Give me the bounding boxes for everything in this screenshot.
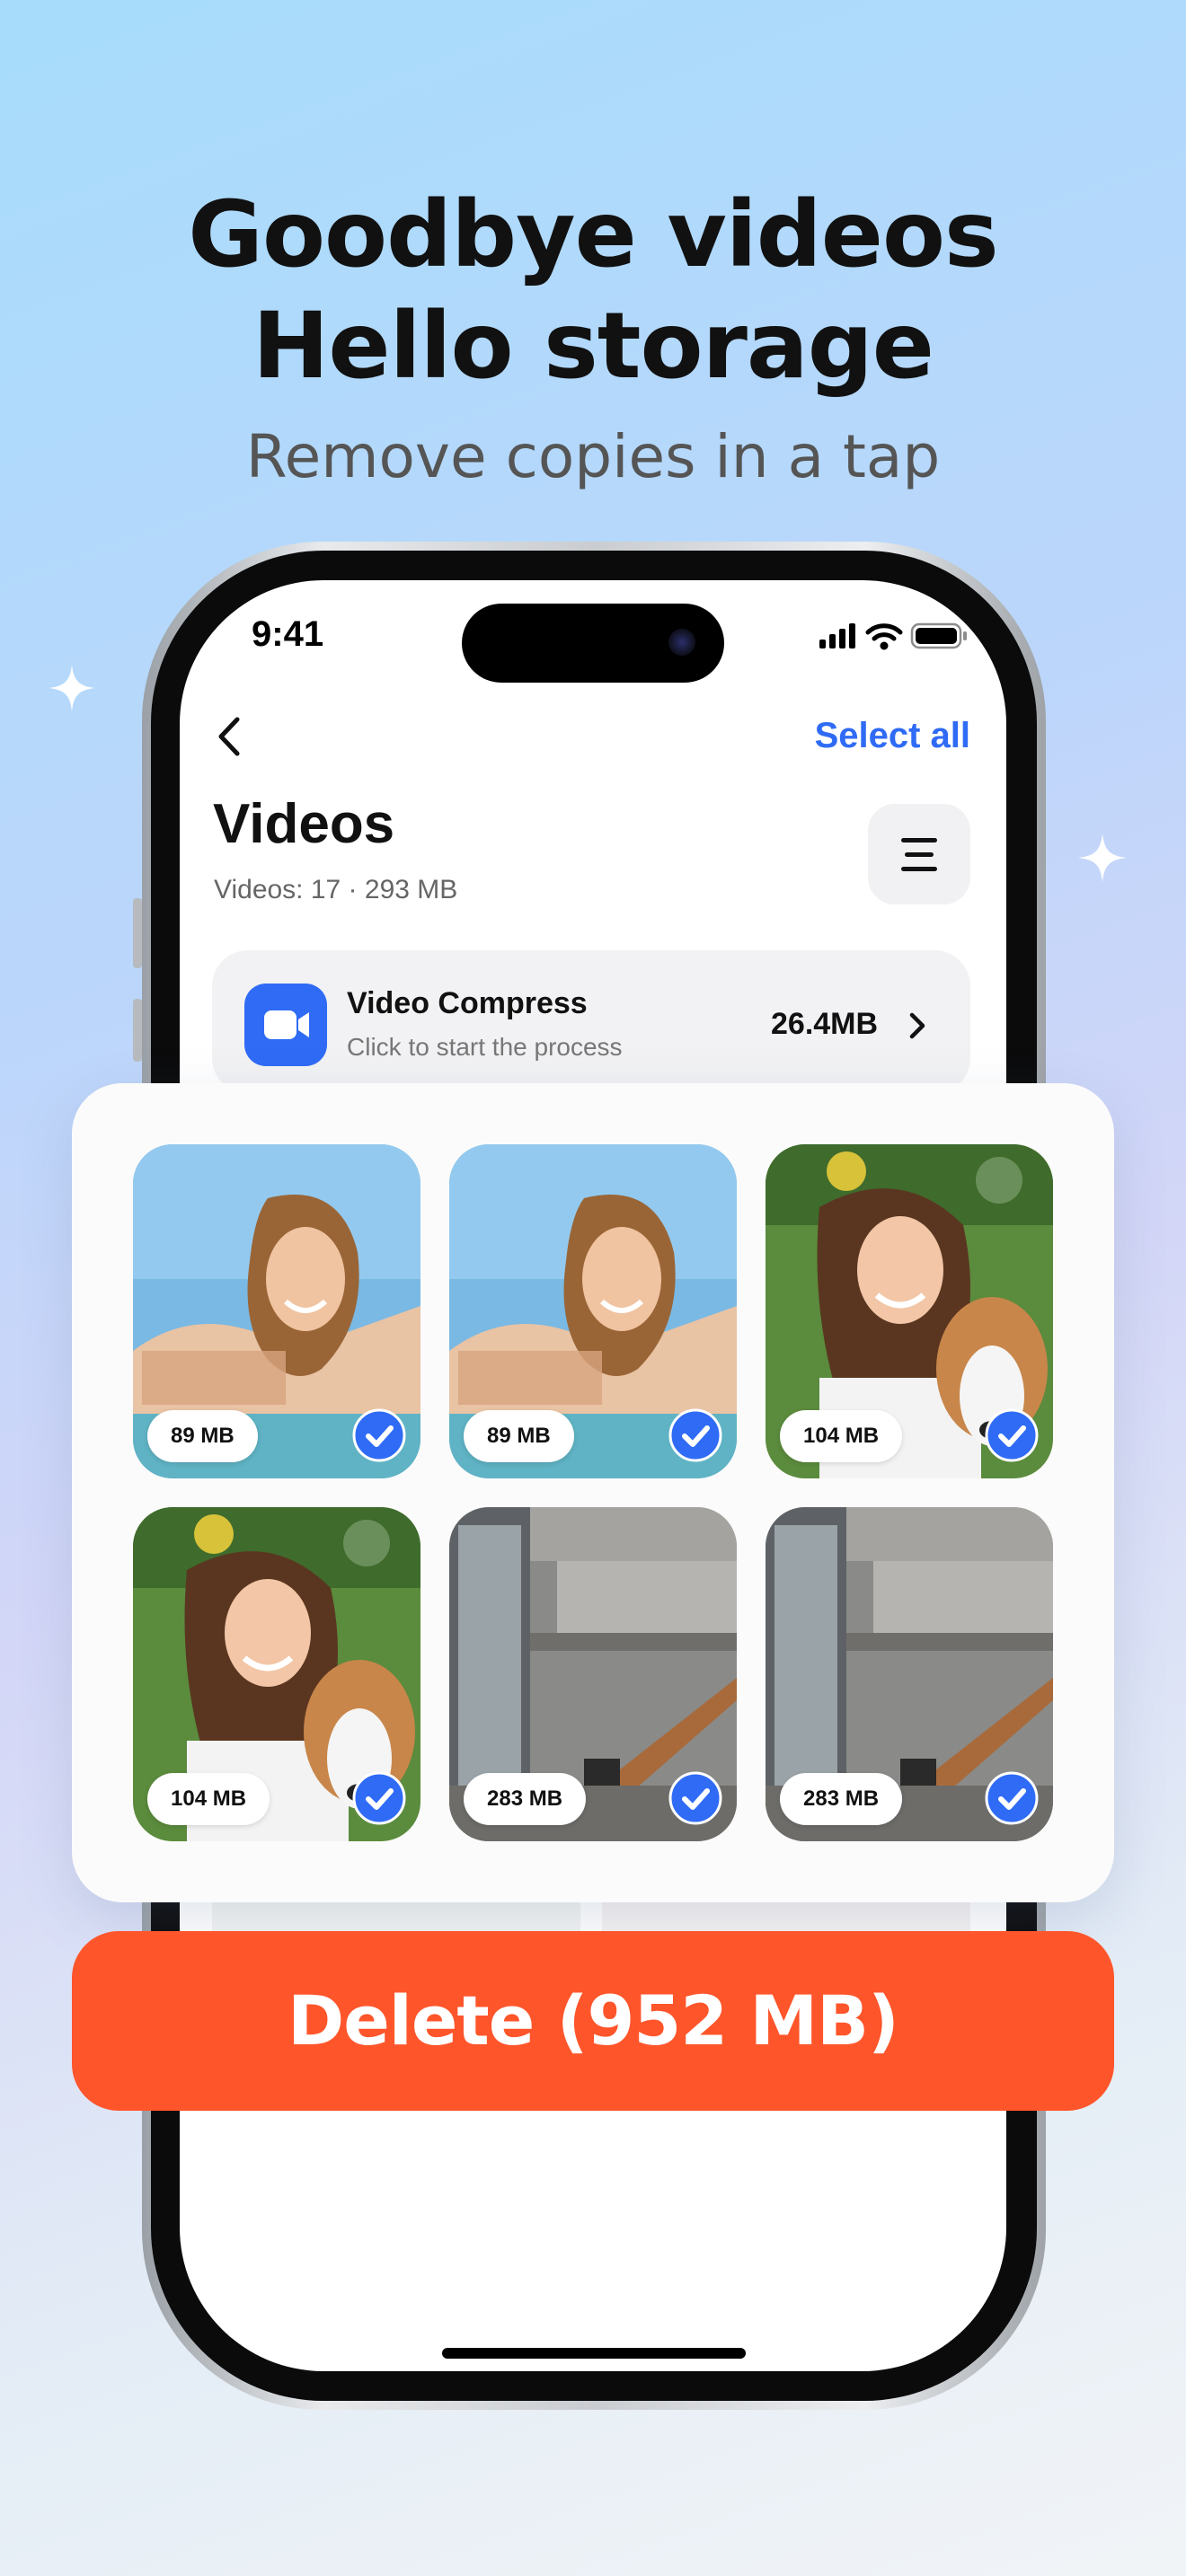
camera-icon bbox=[668, 629, 695, 656]
video-size-label: 89 MB bbox=[147, 1410, 258, 1462]
delete-button[interactable]: Delete (952 MB) bbox=[72, 1931, 1114, 2111]
page-subtitle: Videos: 17 · 293 MB bbox=[214, 875, 458, 904]
headline-line-2: Hello storage bbox=[252, 293, 934, 400]
sparkle-icon bbox=[49, 665, 95, 711]
headline: Goodbye videos Hello storage bbox=[0, 180, 1186, 402]
checkmark-icon[interactable] bbox=[985, 1408, 1039, 1462]
video-size-label: 104 MB bbox=[780, 1410, 903, 1462]
checkmark-icon[interactable] bbox=[352, 1408, 406, 1462]
battery-icon bbox=[910, 622, 967, 649]
video-thumbnail[interactable]: 283 MB bbox=[766, 1507, 1053, 1841]
checkmark-icon[interactable] bbox=[352, 1771, 406, 1825]
checkmark-icon[interactable] bbox=[668, 1408, 722, 1462]
checkmark-icon[interactable] bbox=[985, 1771, 1039, 1825]
home-indicator bbox=[442, 2348, 746, 2359]
menu-button[interactable] bbox=[868, 804, 970, 904]
menu-icon bbox=[901, 838, 937, 871]
video-size-label: 283 MB bbox=[464, 1773, 587, 1825]
video-thumbnail[interactable]: 104 MB bbox=[133, 1507, 420, 1841]
sparkle-icon bbox=[1078, 834, 1127, 882]
page-title: Videos bbox=[213, 793, 395, 855]
video-grid-panel: 89 MB 89 MB 104 MB 104 MB 283 MB 283 MB bbox=[72, 1083, 1114, 1902]
checkmark-icon[interactable] bbox=[668, 1771, 722, 1825]
compress-size: 26.4MB bbox=[771, 1007, 879, 1041]
video-camera-icon bbox=[244, 984, 327, 1066]
video-thumbnail[interactable]: 283 MB bbox=[449, 1507, 737, 1841]
status-time: 9:41 bbox=[252, 614, 324, 654]
signal-icon bbox=[819, 623, 855, 648]
headline-line-1: Goodbye videos bbox=[188, 181, 999, 288]
compress-subtitle: Click to start the process bbox=[347, 1033, 623, 1061]
faded-thumbnail-strip bbox=[602, 1902, 970, 1935]
video-thumbnail[interactable]: 89 MB bbox=[449, 1144, 737, 1478]
mute-switch bbox=[133, 898, 142, 968]
compress-title: Video Compress bbox=[347, 986, 588, 1020]
video-size-label: 89 MB bbox=[464, 1410, 574, 1462]
video-thumbnail[interactable]: 104 MB bbox=[766, 1144, 1053, 1478]
chevron-right-icon bbox=[909, 1012, 925, 1039]
volume-up-button bbox=[133, 999, 142, 1062]
video-thumbnail[interactable]: 89 MB bbox=[133, 1144, 420, 1478]
faded-thumbnail-strip bbox=[212, 1902, 580, 1935]
status-icons bbox=[819, 622, 967, 650]
wifi-icon bbox=[865, 623, 903, 650]
video-size-label: 104 MB bbox=[147, 1773, 270, 1825]
subheadline: Remove copies in a tap bbox=[245, 422, 941, 491]
select-all-button[interactable]: Select all bbox=[815, 716, 970, 756]
video-size-label: 283 MB bbox=[780, 1773, 903, 1825]
chevron-left-icon[interactable] bbox=[212, 714, 248, 759]
